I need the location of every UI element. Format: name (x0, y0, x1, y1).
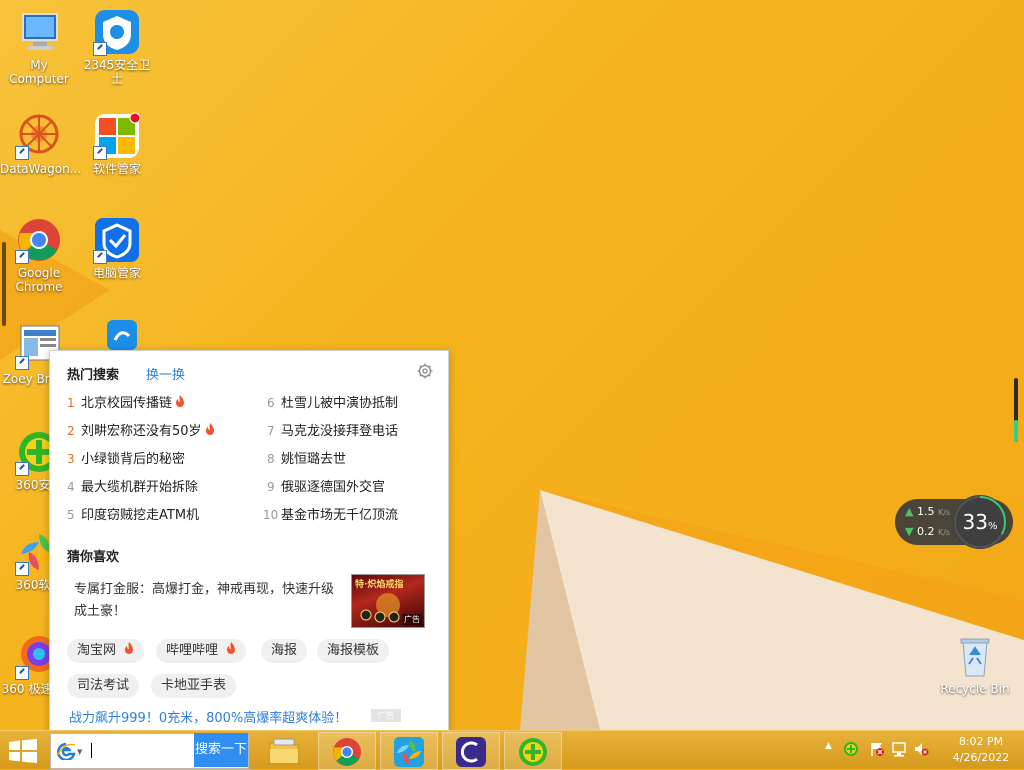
hot-item[interactable]: 3 小绿锁背后的秘密 (67, 449, 185, 469)
desktop-icon-recycle-bin[interactable]: Recycle Bin (936, 632, 1014, 696)
fire-icon (125, 642, 134, 654)
clock-time: 8:02 PM (958, 735, 1004, 748)
clock-date: 4/26/2022 (952, 751, 1010, 764)
file-explorer-icon (269, 738, 299, 764)
hot-item[interactable]: 1 北京校园传播链 (67, 393, 185, 413)
desktop-icon-my-computer[interactable]: My Computer (0, 8, 78, 86)
desktop-icon-datawagon[interactable]: DataWagon... (0, 112, 82, 176)
hot-search-title: 热门搜索 (67, 368, 120, 383)
windows-logo-icon (9, 739, 37, 763)
desktop-icon-label: My Computer (9, 58, 69, 86)
360-security-icon (519, 738, 547, 766)
shield-icon (93, 8, 141, 56)
taskbar-360-software[interactable] (380, 732, 438, 770)
desktop-icon-2345-security[interactable]: 2345安全卫士 (78, 8, 156, 86)
upload-speed: ▲ 1.5 K/s (905, 505, 951, 518)
hot-item[interactable]: 8 姚恒璐去世 (267, 449, 346, 469)
hot-item[interactable]: 2 刘畊宏称还没有50岁 (67, 421, 215, 441)
pc-manager-icon (93, 216, 141, 264)
fire-icon (205, 423, 214, 435)
hot-item[interactable]: 6 杜雪儿被中演协抵制 (267, 393, 398, 413)
datawagon-icon (15, 112, 63, 160)
taskbar-360-security[interactable] (504, 732, 562, 770)
desktop-icon-label: 电脑管家 (92, 266, 141, 280)
hot-item[interactable]: 5 印度窃贼挖走ATM机 (67, 505, 199, 525)
recycle-bin-icon (951, 632, 999, 680)
start-button[interactable] (9, 739, 37, 763)
software-manager-icon (93, 112, 141, 160)
system-tray: ▲ 8:02 PM 4/26/2022 (819, 731, 1024, 769)
chip-bilibili[interactable]: 哔哩哔哩 (156, 639, 247, 663)
swap-link[interactable]: 换一换 (146, 364, 185, 383)
network-icon[interactable] (891, 741, 907, 757)
desktop-icon-label: 软件管家 (92, 162, 141, 176)
ad-mark: 广告 (371, 709, 401, 722)
search-popup: 热门搜索 换一换 1 北京校园传播链 2 刘畊宏称还没有50岁 3 小绿锁背后的秘密 … (49, 350, 449, 732)
dropdown-caret-icon[interactable]: ▼ (77, 748, 82, 756)
chip-judicial-exam[interactable]: 司法考试 (67, 674, 140, 698)
right-edge-slider-fill (1014, 420, 1018, 442)
hot-item[interactable]: 7 马克龙没接拜登电话 (267, 421, 398, 441)
ie-icon[interactable] (56, 742, 76, 760)
chip-cartier-watch[interactable]: 卡地亚手表 (151, 674, 237, 698)
chrome-icon (15, 216, 63, 264)
ad-text-link[interactable]: 专属打金服：高爆打金，神戒再现，快速升级成土豪！ (74, 579, 344, 623)
chip-poster-template[interactable]: 海报模板 (317, 639, 390, 663)
promo-link[interactable]: 战力飙升999！0充米，800%高爆率超爽体验！ (69, 707, 347, 726)
download-speed: ▼ 0.2 K/s (905, 525, 951, 538)
gear-icon[interactable] (417, 363, 433, 379)
search-button[interactable]: 搜索一下 (194, 733, 248, 767)
text-cursor (91, 743, 92, 758)
taskbar-arc-browser[interactable] (442, 732, 500, 770)
guess-you-like-title: 猜你喜欢 (67, 550, 120, 565)
chip-poster[interactable]: 海报 (261, 639, 308, 663)
desktop-icon-google-chrome[interactable]: Google Chrome (0, 216, 78, 294)
network-speed-widget[interactable]: ▲ 1.5 K/s ▼ 0.2 K/s 33% (895, 495, 1013, 549)
action-center-flag-icon[interactable] (869, 741, 885, 757)
fire-icon (227, 642, 236, 654)
taskbar: ▼ 搜索一下 ▲ 8:02 PM 4/26/2022 (0, 730, 1024, 770)
volume-muted-icon[interactable] (913, 741, 929, 757)
clock[interactable]: 8:02 PM 4/26/2022 (946, 734, 1016, 766)
desktop-icon-pc-manager[interactable]: 电脑管家 (78, 216, 156, 280)
hot-item[interactable]: 9 俄驱逐德国外交官 (267, 477, 385, 497)
desktop-icon-label: 2345安全卫士 (83, 58, 151, 86)
taskbar-file-explorer[interactable] (256, 732, 312, 768)
hot-item[interactable]: 4 最大缆机群开始拆除 (67, 477, 198, 497)
desktop-icon-label: Google Chrome (15, 266, 63, 294)
fire-icon (176, 395, 185, 407)
desktop-icon-label: DataWagon... (0, 162, 82, 176)
desktop-icon-software-manager[interactable]: 软件管家 (78, 112, 156, 176)
memory-usage-percent: 33% (953, 495, 1007, 549)
desktop-icon-label: Recycle Bin (940, 682, 1010, 696)
taskbar-chrome[interactable] (318, 732, 376, 770)
chip-taobao[interactable]: 淘宝网 (67, 639, 145, 663)
360-tray-icon[interactable] (843, 741, 859, 757)
left-edge-slider[interactable] (2, 242, 6, 326)
computer-icon (15, 8, 63, 56)
ad-image[interactable]: 特·炽焰戒指 广告 (351, 574, 425, 628)
arc-browser-icon (456, 737, 486, 767)
chrome-icon (333, 738, 361, 766)
360-software-icon (394, 737, 424, 767)
hot-item[interactable]: 10 基金市场无千亿顶流 (263, 505, 398, 525)
show-hidden-icons-icon[interactable]: ▲ (825, 741, 841, 757)
